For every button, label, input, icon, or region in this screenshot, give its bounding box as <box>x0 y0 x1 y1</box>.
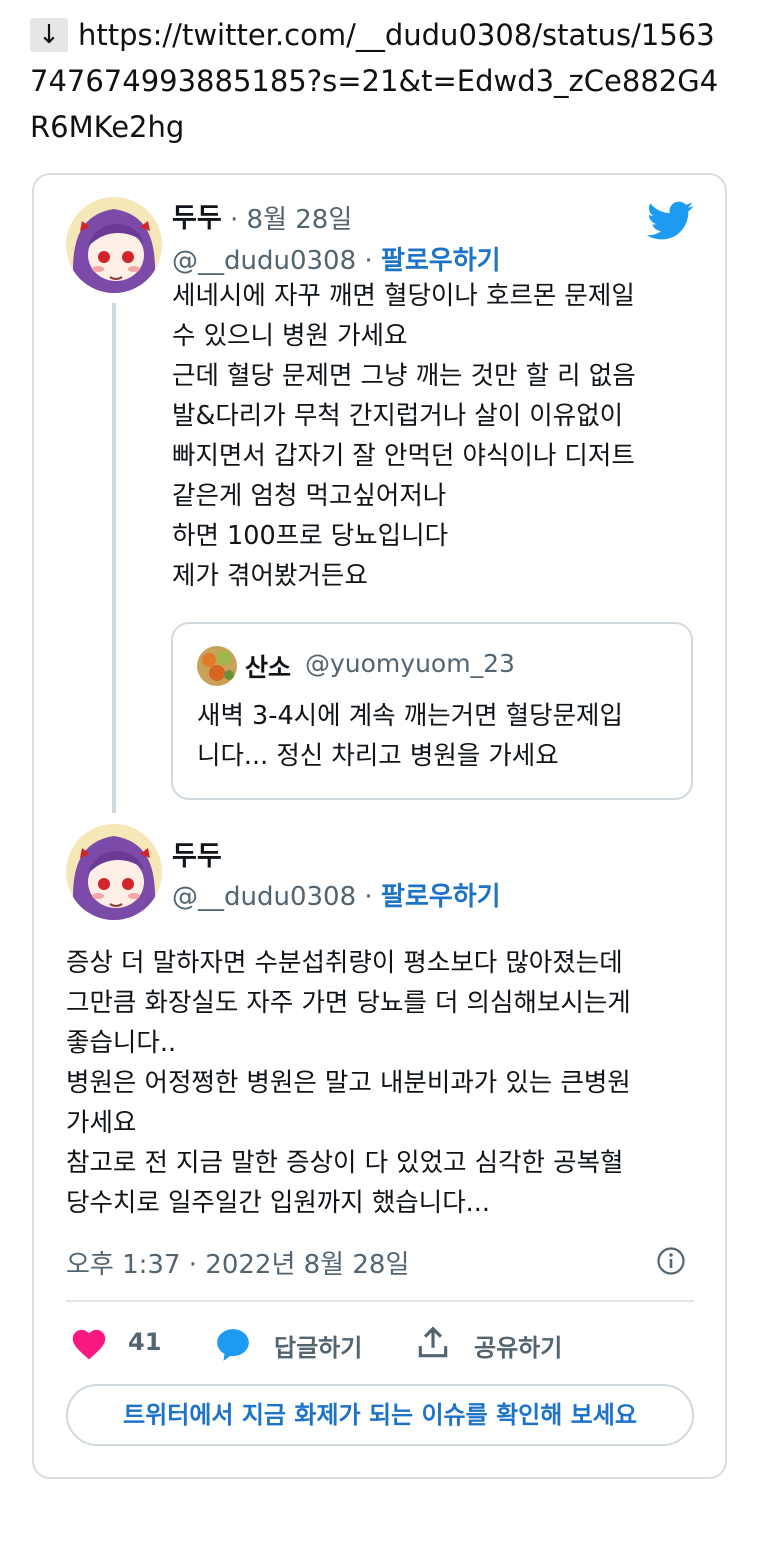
share-icon <box>418 1326 448 1358</box>
reply-bubble-icon <box>217 1329 249 1361</box>
tweet-timestamp[interactable]: 오후 1:37 · 2022년 8월 28일 <box>66 1244 409 1281</box>
author-handle: @__dudu0308 · 팔로우하기 <box>172 876 501 913</box>
quoted-tweet-body: 새벽 3-4시에 계속 깨는거면 혈당문제입 니다... 정신 차리고 병원을 … <box>197 701 623 771</box>
thread-connector <box>112 303 116 813</box>
info-icon[interactable] <box>656 1246 686 1276</box>
avatar[interactable] <box>66 197 162 293</box>
share-label: 공유하기 <box>474 1334 563 1362</box>
avatar[interactable] <box>66 824 162 920</box>
separator-dot: · <box>364 882 373 912</box>
like-count: 41 <box>128 1328 162 1356</box>
follow-link[interactable]: 팔로우하기 <box>381 882 501 912</box>
reply-label: 답글하기 <box>274 1334 363 1362</box>
author-name[interactable]: 두두 <box>172 196 222 235</box>
twitter-bird-icon[interactable] <box>647 201 694 241</box>
explore-trends-button[interactable]: 트위터에서 지금 화제가 되는 이슈를 확인해 보세요 <box>66 1384 694 1446</box>
author-name[interactable]: 두두 <box>172 834 222 873</box>
reply-action[interactable]: 답글하기 <box>212 1322 382 1366</box>
avatar <box>197 646 237 686</box>
share-action[interactable]: 공유하기 <box>412 1322 582 1366</box>
source-url[interactable]: ↓ https://twitter.com/__dudu0308/status/1… <box>30 12 730 150</box>
handle-text[interactable]: @__dudu0308 <box>172 246 356 276</box>
heart-icon <box>72 1329 106 1360</box>
like-action[interactable]: 41 <box>66 1322 166 1366</box>
quoted-author-name[interactable]: 산소 <box>245 648 291 684</box>
quoted-author-handle[interactable]: @yuomyuom_23 <box>305 649 515 678</box>
tweet-body: 증상 더 말하자면 수분섭취량이 평소보다 많아졌는데 그만큼 화장실도 자주 … <box>66 948 631 1218</box>
tweet-body: 세네시에 자꾸 깨면 혈당이나 호르몬 문제일 수 있으니 병원 가세요 근데 … <box>172 281 636 591</box>
follow-link[interactable]: 팔로우하기 <box>381 246 501 276</box>
author-handle: @__dudu0308 · 팔로우하기 <box>172 240 501 277</box>
url-text[interactable]: https://twitter.com/__dudu0308/status/15… <box>30 18 718 144</box>
handle-text[interactable]: @__dudu0308 <box>172 882 356 912</box>
tweet-date[interactable]: · 8월 28일 <box>230 199 352 236</box>
down-arrow-icon: ↓ <box>30 18 68 52</box>
divider <box>66 1300 694 1302</box>
separator-dot: · <box>364 246 373 276</box>
